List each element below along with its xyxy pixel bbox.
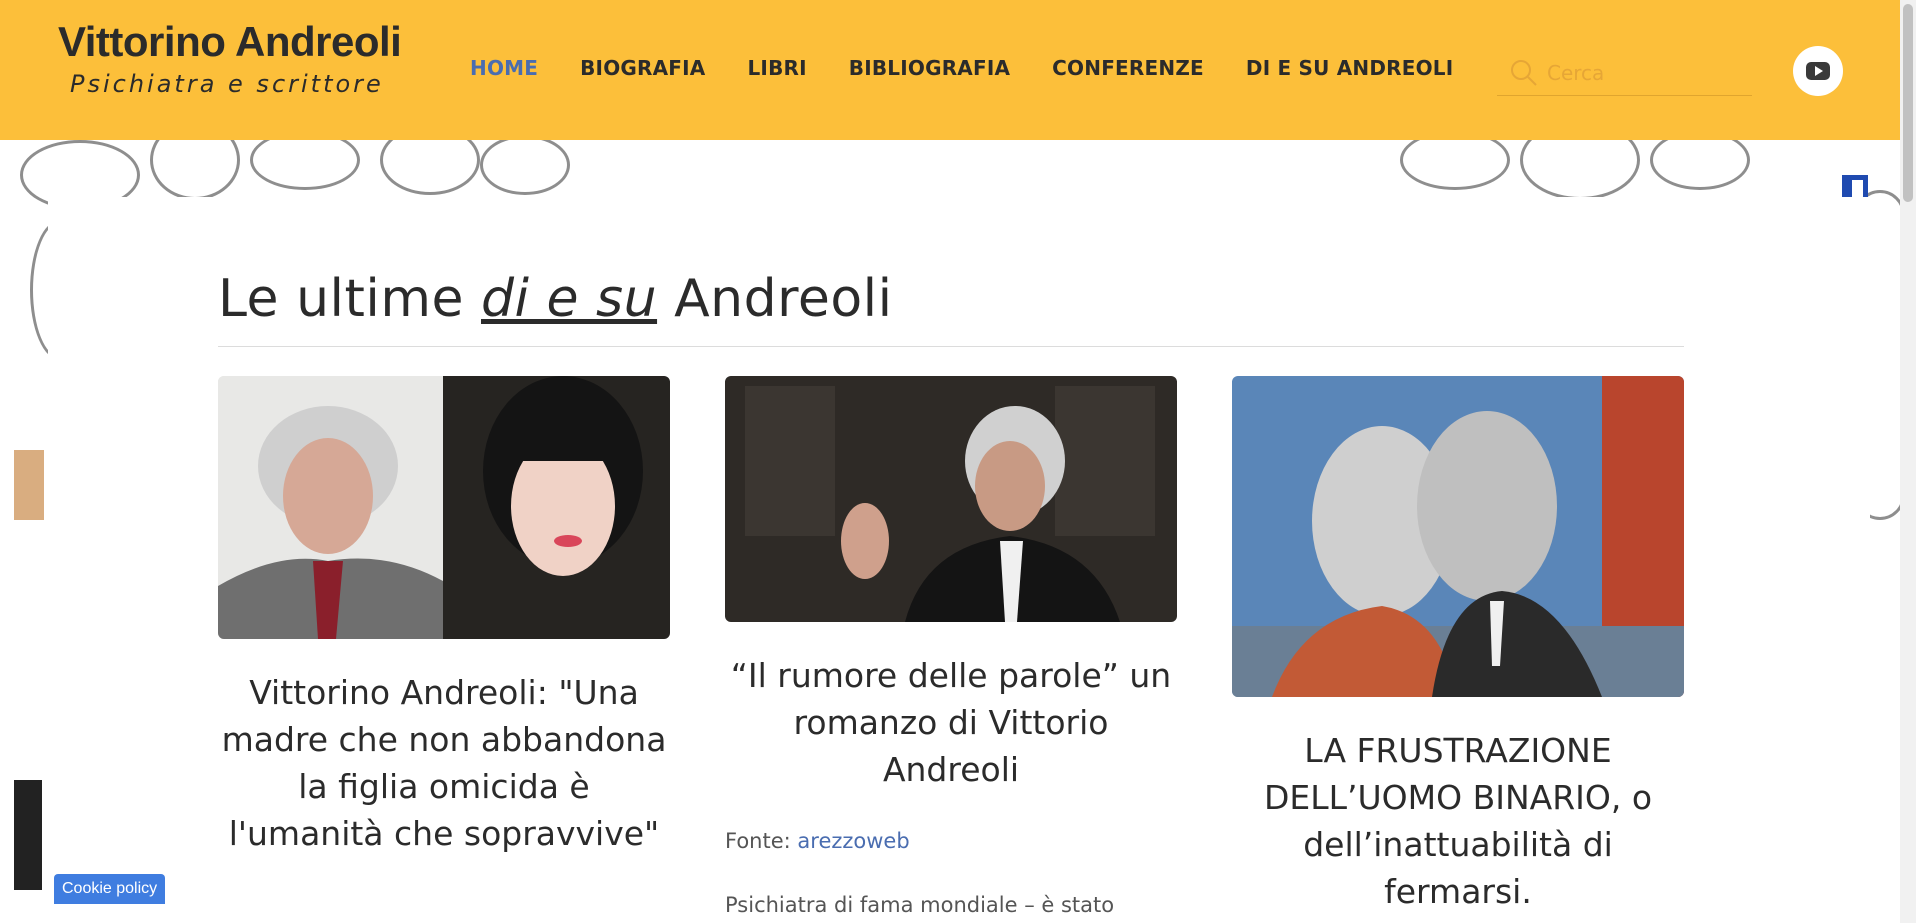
nav-item-conferenze[interactable]: CONFERENZE <box>1052 56 1204 80</box>
doodle-fragment <box>14 780 42 890</box>
nav-item-biografia[interactable]: BIOGRAFIA <box>580 56 705 80</box>
article-card: Vittorino Andreoli: "Una madre che non a… <box>218 376 670 857</box>
doodle-shape <box>1520 140 1640 200</box>
search-box <box>1497 50 1752 96</box>
section-title-emphasis: di e su <box>481 269 658 329</box>
doodle-shape <box>480 140 570 195</box>
scrollbar-thumb[interactable] <box>1903 4 1913 202</box>
article-card: “Il rumore delle parole” un romanzo di V… <box>725 376 1177 917</box>
brand-title[interactable]: Vittorino Andreoli <box>58 18 402 66</box>
cookie-policy-button[interactable]: Cookie policy <box>54 874 166 904</box>
main-content: Le ultime di e su Andreoli Vittorino And… <box>48 197 1870 923</box>
youtube-button[interactable] <box>1793 46 1843 96</box>
search-input[interactable] <box>1547 60 1737 85</box>
doodle-shape <box>150 140 240 200</box>
main-nav: HOME BIOGRAFIA LIBRI BIBLIOGRAFIA CONFER… <box>470 56 1495 80</box>
source-link[interactable]: arezzoweb <box>797 829 909 853</box>
article-card: LA FRUSTRAZIONE DELL’UOMO BINARIO, o del… <box>1232 376 1684 915</box>
article-title[interactable]: “Il rumore delle parole” un romanzo di V… <box>725 652 1177 793</box>
section-title-prefix: Le ultime <box>218 269 481 329</box>
article-image[interactable] <box>218 376 670 639</box>
doodle-fragment <box>14 450 44 520</box>
nav-item-di-e-su-andreoli[interactable]: DI E SU ANDREOLI <box>1246 56 1454 80</box>
search-icon[interactable] <box>1509 58 1539 88</box>
youtube-icon <box>1806 62 1830 80</box>
nav-item-bibliografia[interactable]: BIBLIOGRAFIA <box>849 56 1010 80</box>
section-title: Le ultime di e su Andreoli <box>218 269 893 329</box>
article-image[interactable] <box>1232 376 1684 697</box>
brand[interactable]: Vittorino Andreoli Psichiatra e scrittor… <box>58 18 402 98</box>
section-divider <box>218 346 1684 347</box>
section-title-suffix: Andreoli <box>657 269 893 329</box>
source-label: Fonte: <box>725 829 798 853</box>
nav-item-libri[interactable]: LIBRI <box>747 56 806 80</box>
page-scrollbar[interactable] <box>1900 0 1916 923</box>
doodle-shape <box>380 140 480 195</box>
site-header: Vittorino Andreoli Psichiatra e scrittor… <box>0 0 1900 140</box>
article-image[interactable] <box>725 376 1177 622</box>
doodle-shape <box>1400 140 1510 190</box>
article-source: Fonte: arezzoweb <box>725 829 1177 853</box>
article-title[interactable]: Vittorino Andreoli: "Una madre che non a… <box>218 669 670 857</box>
article-title[interactable]: LA FRUSTRAZIONE DELL’UOMO BINARIO, o del… <box>1232 727 1684 915</box>
doodle-shape <box>1650 140 1750 190</box>
nav-item-home[interactable]: HOME <box>470 56 538 80</box>
brand-subtitle: Psichiatra e scrittore <box>70 70 384 98</box>
article-excerpt: Psichiatra di fama mondiale – è stato <box>725 893 1115 917</box>
doodle-shape <box>250 140 360 190</box>
